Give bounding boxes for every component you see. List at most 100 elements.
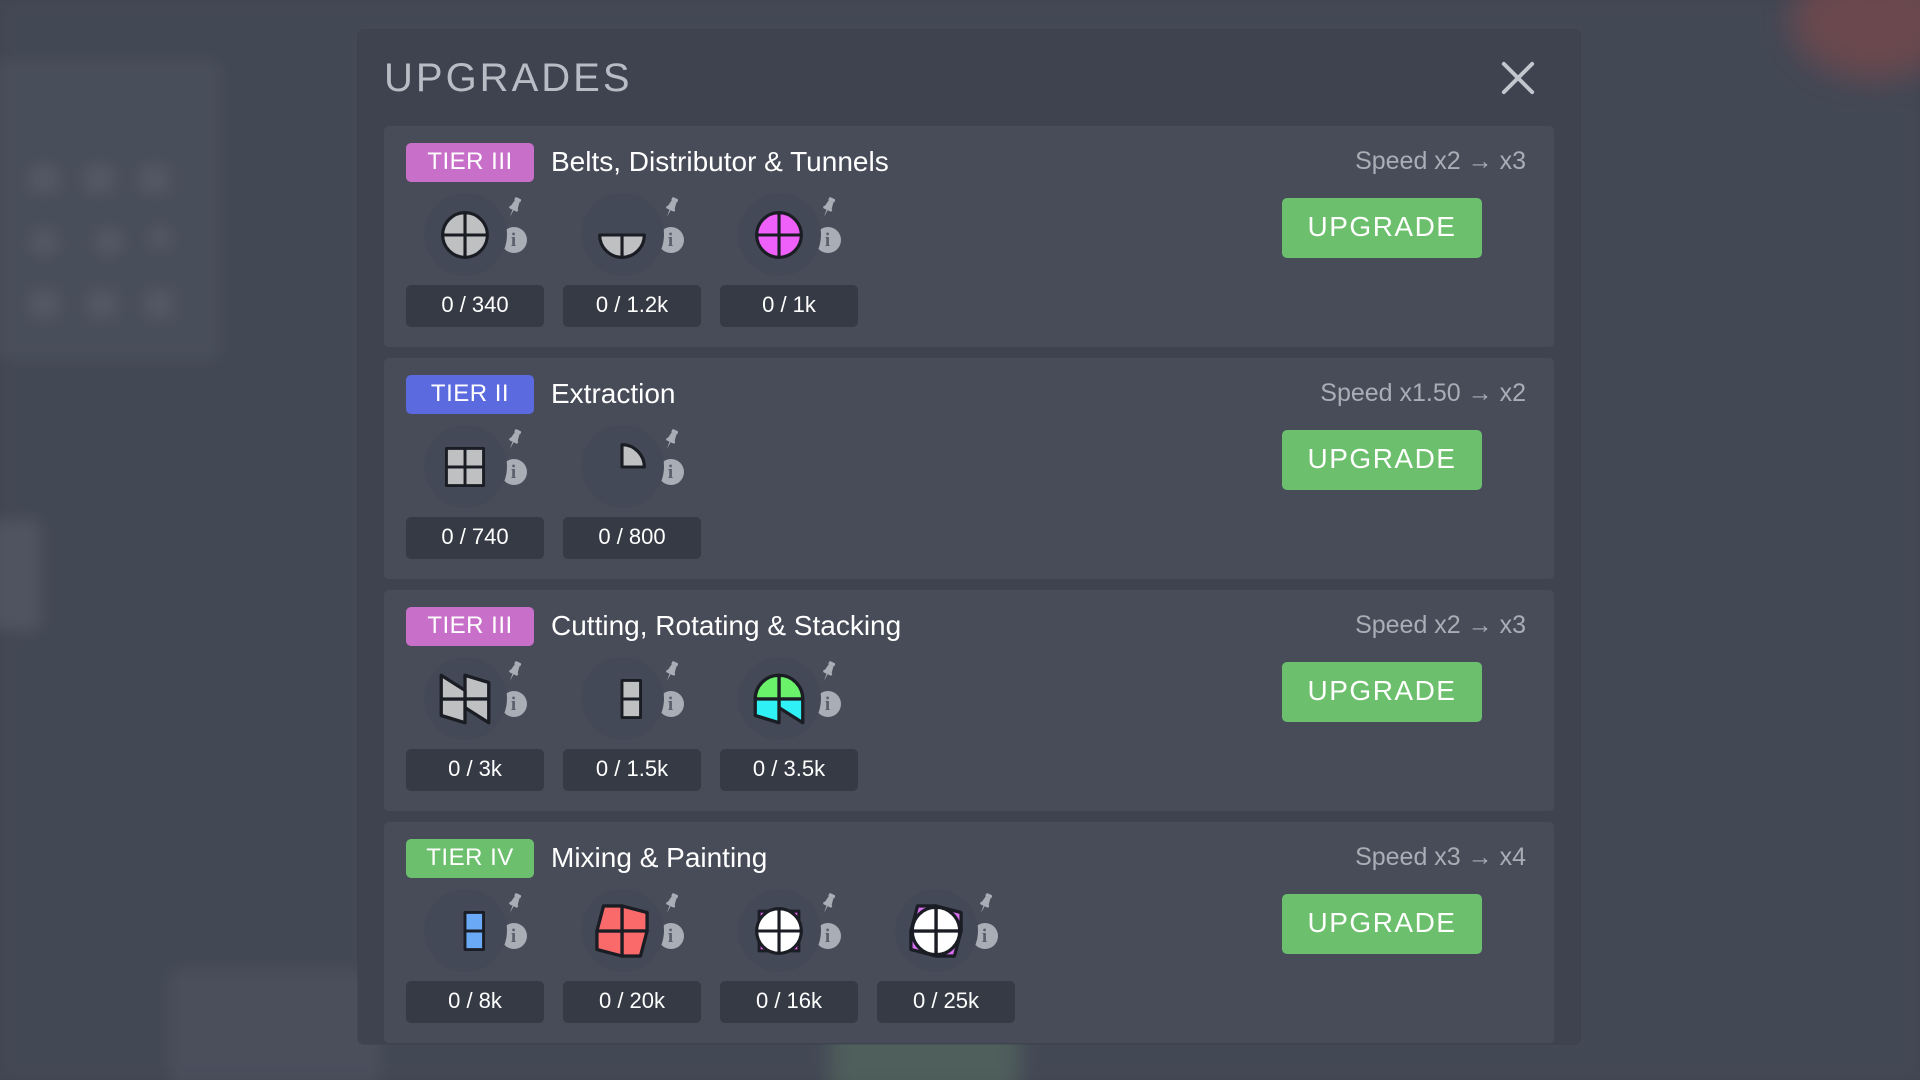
row-left: TIER IV Mixing & Painting i 0 / 8k i 0 / 20k i… — [406, 838, 1232, 1023]
background-shape — [30, 290, 58, 318]
shape-square-magenta-circle-white — [737, 889, 821, 972]
upgrade-item: i 0 / 1k — [720, 193, 858, 327]
row-left: TIER III Belts, Distributor & Tunnels i 0 /… — [406, 142, 1232, 327]
amount-badge: 0 / 3k — [406, 749, 544, 791]
upgrade-button[interactable]: UPGRADE — [1282, 430, 1482, 490]
amount-badge: 0 / 16k — [720, 981, 858, 1023]
upgrade-item-top: i — [423, 889, 527, 972]
upgrade-item: i 0 / 8k — [406, 889, 544, 1023]
upgrade-item: i 0 / 3.5k — [720, 657, 858, 791]
shape-circle-full — [423, 193, 507, 276]
row-header: TIER IV Mixing & Painting — [406, 838, 1232, 878]
row-header: TIER III Cutting, Rotating & Stacking — [406, 606, 1232, 646]
upgrade-item-top: i — [580, 193, 684, 276]
shape-circle-bottom-half — [580, 193, 664, 276]
upgrade-button[interactable]: UPGRADE — [1282, 894, 1482, 954]
pin-icon[interactable] — [658, 659, 684, 685]
row-right: Speed x2 → x3 UPGRADE — [1232, 143, 1532, 327]
upgrade-item-top: i — [737, 193, 841, 276]
upgrade-item: i 0 / 1.5k — [563, 657, 701, 791]
row-title: Mixing & Painting — [551, 842, 768, 873]
background-strip — [0, 520, 40, 630]
upgrade-item-top: i — [423, 193, 527, 276]
upgrade-item-top: i — [580, 889, 684, 972]
upgrade-item: i 0 / 3k — [406, 657, 544, 791]
background-shape — [95, 228, 123, 256]
upgrade-item-top: i — [737, 889, 841, 972]
background-shape — [140, 165, 168, 193]
upgrade-item: i 0 / 16k — [720, 889, 858, 1023]
dialog-header: UPGRADES — [384, 30, 1554, 126]
upgrade-button[interactable]: UPGRADE — [1282, 198, 1482, 258]
background-shape — [30, 228, 58, 256]
page-title: UPGRADES — [384, 55, 633, 100]
background-shape — [150, 228, 170, 248]
amount-badge: 0 / 20k — [563, 981, 701, 1023]
row-title: Belts, Distributor & Tunnels — [551, 146, 889, 177]
tier-badge: TIER III — [406, 606, 534, 646]
shape-circle-full-magenta — [737, 193, 821, 276]
upgrade-row: TIER IV Mixing & Painting i 0 / 8k i 0 / 20k i… — [384, 822, 1554, 1043]
upgrade-row: TIER III Cutting, Rotating & Stacking i 0 /… — [384, 590, 1554, 811]
upgrade-item: i 0 / 20k — [563, 889, 701, 1023]
upgrade-item-top: i — [580, 425, 684, 508]
upgrade-item-list: i 0 / 340 i 0 / 1.2k i 0 / 1k — [406, 193, 1232, 327]
amount-badge: 0 / 340 — [406, 285, 544, 327]
upgrade-button[interactable]: UPGRADE — [1282, 662, 1482, 722]
upgrade-item: i 0 / 340 — [406, 193, 544, 327]
amount-badge: 0 / 3.5k — [720, 749, 858, 791]
background-shape — [85, 165, 113, 193]
pin-icon[interactable] — [815, 659, 841, 685]
shape-square-full — [423, 425, 507, 508]
upgrade-item-top: i — [580, 657, 684, 740]
upgrade-row: TIER III Belts, Distributor & Tunnels i 0 /… — [384, 126, 1554, 347]
pin-icon[interactable] — [501, 659, 527, 685]
shape-circle-green-star-cyan — [737, 657, 821, 740]
pin-icon[interactable] — [501, 427, 527, 453]
close-icon[interactable] — [1490, 50, 1546, 106]
speed-label: Speed x3 → x4 — [1355, 843, 1526, 871]
upgrade-item: i 0 / 25k — [877, 889, 1015, 1023]
pin-icon[interactable] — [658, 195, 684, 221]
upgrade-item-top: i — [737, 657, 841, 740]
speed-label: Speed x2 → x3 — [1355, 611, 1526, 639]
row-header: TIER II Extraction — [406, 374, 1232, 414]
speed-label: Speed x2 → x3 — [1355, 147, 1526, 175]
amount-badge: 0 / 1k — [720, 285, 858, 327]
row-right: Speed x1.50 → x2 UPGRADE — [1232, 375, 1532, 559]
upgrade-item-top: i — [423, 657, 527, 740]
upgrade-item-top: i — [894, 889, 998, 972]
row-right: Speed x3 → x4 UPGRADE — [1232, 839, 1532, 1023]
upgrade-row: TIER II Extraction i 0 / 740 i 0 / 800 Speed x… — [384, 358, 1554, 579]
shape-star-full — [423, 657, 507, 740]
amount-badge: 0 / 740 — [406, 517, 544, 559]
amount-badge: 0 / 8k — [406, 981, 544, 1023]
pin-icon[interactable] — [658, 427, 684, 453]
row-title: Cutting, Rotating & Stacking — [551, 610, 902, 641]
row-left: TIER III Cutting, Rotating & Stacking i 0 /… — [406, 606, 1232, 791]
upgrade-item: i 0 / 800 — [563, 425, 701, 559]
row-right: Speed x2 → x3 UPGRADE — [1232, 607, 1532, 791]
pin-icon[interactable] — [815, 195, 841, 221]
background-red-glow — [1790, 0, 1920, 80]
row-title: Extraction — [551, 378, 676, 409]
pin-icon[interactable] — [501, 891, 527, 917]
upgrade-item-top: i — [423, 425, 527, 508]
row-header: TIER III Belts, Distributor & Tunnels — [406, 142, 1232, 182]
pin-icon[interactable] — [972, 891, 998, 917]
upgrade-item-list: i 0 / 8k i 0 / 20k i 0 / 16k i 0 / 25k — [406, 889, 1232, 1023]
background-shape — [145, 290, 173, 318]
amount-badge: 0 / 1.2k — [563, 285, 701, 327]
pin-icon[interactable] — [658, 891, 684, 917]
shape-quarter-circle — [580, 425, 664, 508]
upgrade-item-list: i 0 / 3k i 0 / 1.5k i 0 / 3.5k — [406, 657, 1232, 791]
tier-badge: TIER IV — [406, 838, 534, 878]
upgrades-dialog: UPGRADES TIER III Belts, Distributor & Tu… — [358, 30, 1580, 1044]
shape-square-vertical-blue — [423, 889, 507, 972]
pin-icon[interactable] — [501, 195, 527, 221]
upgrade-item: i 0 / 1.2k — [563, 193, 701, 327]
upgrade-item: i 0 / 740 — [406, 425, 544, 559]
pin-icon[interactable] — [815, 891, 841, 917]
row-left: TIER II Extraction i 0 / 740 i 0 / 800 — [406, 374, 1232, 559]
background-bottom-box — [170, 970, 380, 1080]
